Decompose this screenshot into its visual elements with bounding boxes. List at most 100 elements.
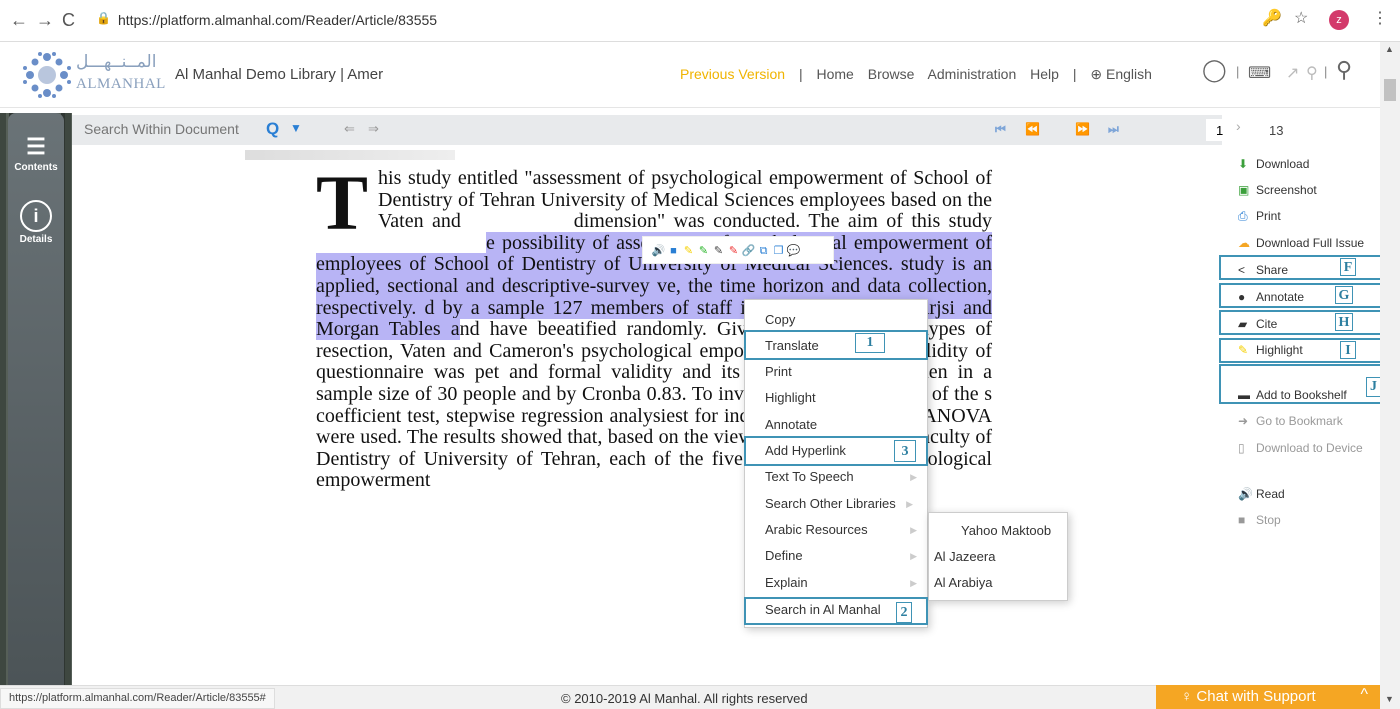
menu-item-copy[interactable]: Copy xyxy=(765,312,795,327)
menu-item-explain[interactable]: Explain xyxy=(765,575,808,590)
last-page-icon[interactable]: ⏭ xyxy=(1108,122,1119,137)
highlight-black-icon[interactable]: ✎ xyxy=(711,237,726,265)
menu-item-add-hyperlink[interactable]: Add Hyperlink xyxy=(765,443,846,458)
highlight-green-icon[interactable]: ✎ xyxy=(696,237,711,265)
nav-browse[interactable]: Browse xyxy=(868,66,915,82)
account-icon[interactable]: ◯ xyxy=(1202,57,1227,83)
info-icon: i xyxy=(20,200,52,232)
submenu-item-al-jazeera[interactable]: Al Jazeera xyxy=(934,549,995,564)
chevron-up-icon[interactable]: ^ xyxy=(1360,686,1368,704)
scroll-up-icon[interactable]: ▲ xyxy=(1385,44,1394,54)
reload-icon[interactable]: C xyxy=(62,9,75,31)
download-button[interactable]: ⬇ Download xyxy=(1238,157,1309,171)
image-icon: ▣ xyxy=(1238,183,1250,197)
chevron-down-icon[interactable]: ▼ xyxy=(290,121,302,135)
forward-icon[interactable]: → xyxy=(36,9,54,31)
translate-icon[interactable]: ⧉ xyxy=(756,237,771,265)
share-icon: < xyxy=(1238,263,1246,277)
comment-icon[interactable]: 💬 xyxy=(786,237,801,265)
chevron-right-icon: ▶ xyxy=(910,578,917,588)
site-header: المــنــهـــل ALMANHAL Al Manhal Demo Li… xyxy=(0,42,1380,108)
arrow-right-icon: ➜ xyxy=(1238,414,1249,428)
sidebar-item-details[interactable]: i Details xyxy=(8,200,64,245)
highlight-button[interactable]: ✎ Highlight xyxy=(1238,343,1303,357)
speaker-icon: 🔊 xyxy=(1238,487,1253,501)
action-label: Screenshot xyxy=(1256,183,1317,197)
search-icon[interactable]: Q xyxy=(266,119,279,139)
go-to-bookmark-button[interactable]: ➜ Go to Bookmark xyxy=(1238,414,1343,428)
submenu-item-yahoo-maktoob[interactable]: Yahoo Maktoob xyxy=(961,523,1051,538)
document-toolbar: Q ▼ ⇐ ⇒ ⏮ ⏪ ⏩ ⏭ 13 xyxy=(72,115,1283,145)
page-number-input[interactable] xyxy=(1206,119,1254,141)
annotate-button[interactable]: ● Annotate xyxy=(1238,290,1304,304)
previous-page-icon[interactable]: ⏪ xyxy=(1025,122,1040,136)
nav-administration[interactable]: Administration xyxy=(928,66,1017,82)
previous-result-icon[interactable]: ⇐ xyxy=(344,121,355,137)
stop-button[interactable]: ■ Stop xyxy=(1238,513,1281,527)
cloud-download-icon: ☁ xyxy=(1238,236,1250,250)
page-total: 13 xyxy=(1269,123,1284,138)
nav-previous-version[interactable]: Previous Version xyxy=(680,66,785,82)
zoom-search-icon[interactable]: ⚲ xyxy=(1306,63,1318,83)
chevron-right-icon: ▶ xyxy=(910,472,917,482)
highlight-red-icon[interactable]: ✎ xyxy=(726,237,741,265)
menu-item-highlight[interactable]: Highlight xyxy=(765,390,816,405)
key-icon[interactable]: 🔑 xyxy=(1262,8,1282,28)
sidebar-item-label: Contents xyxy=(14,162,58,173)
nav-language-english[interactable]: ⊕ English xyxy=(1090,66,1152,82)
share-button[interactable]: < Share xyxy=(1238,263,1288,277)
menu-item-text-to-speech[interactable]: Text To Speech xyxy=(765,469,854,484)
chat-label: ♀ Chat with Support xyxy=(1181,688,1316,705)
search-within-document-input[interactable] xyxy=(84,121,254,137)
cite-button[interactable]: ▰ Cite xyxy=(1238,317,1277,331)
profile-avatar[interactable]: z xyxy=(1329,10,1349,30)
almanhal-logo-icon[interactable] xyxy=(22,51,72,99)
action-label: Download xyxy=(1256,157,1310,171)
header-nav: Previous Version | Home Browse Administr… xyxy=(680,66,1162,83)
screenshot-button[interactable]: ▣ Screenshot xyxy=(1238,183,1317,197)
download-full-issue-button[interactable]: ☁ Download Full Issue xyxy=(1238,236,1364,250)
print-button[interactable]: ⎙ Print xyxy=(1238,209,1281,224)
next-page-icon[interactable]: ⏩ xyxy=(1075,122,1090,136)
share-arrow-icon[interactable]: ↗ xyxy=(1286,63,1299,83)
menu-item-annotate[interactable]: Annotate xyxy=(765,417,817,432)
action-label: Go to Bookmark xyxy=(1256,414,1343,428)
copy-icon[interactable]: ❐ xyxy=(771,237,786,265)
browser-menu-icon[interactable]: ⋮ xyxy=(1372,8,1388,28)
search-icon[interactable]: ⚲ xyxy=(1336,57,1352,83)
speaker-icon[interactable]: 🔊 xyxy=(651,237,666,265)
menu-item-search-other-libraries[interactable]: Search Other Libraries xyxy=(765,496,896,511)
link-icon[interactable]: 🔗 xyxy=(741,237,756,265)
menu-item-arabic-resources[interactable]: Arabic Resources xyxy=(765,522,868,537)
scroll-down-icon[interactable]: ▼ xyxy=(1385,694,1394,704)
star-icon[interactable]: ☆ xyxy=(1294,8,1308,28)
chevron-right-icon[interactable]: › xyxy=(1236,118,1241,134)
keyboard-icon[interactable]: ⌨ xyxy=(1248,63,1271,83)
doc-text-run: nd have bee xyxy=(459,318,566,341)
stop-icon[interactable]: ■ xyxy=(666,237,681,265)
comment-icon: ● xyxy=(1238,290,1246,304)
read-button[interactable]: 🔊 Read xyxy=(1238,487,1285,501)
page-scrollbar[interactable]: ▲ ▼ xyxy=(1380,42,1400,709)
add-to-bookshelf-button[interactable]: ▬ Add to Bookshelf xyxy=(1238,388,1347,402)
highlight-yellow-icon[interactable]: ✎ xyxy=(681,237,696,265)
nav-separator: | xyxy=(1324,64,1328,79)
submenu-item-al-arabiya[interactable]: Al Arabiya xyxy=(934,575,993,590)
menu-item-translate[interactable]: Translate xyxy=(765,338,819,353)
download-to-device-button[interactable]: ▯ Download to Device xyxy=(1238,441,1363,455)
action-label: Print xyxy=(1256,209,1281,223)
menu-item-print[interactable]: Print xyxy=(765,364,792,379)
chat-with-support-button[interactable]: ♀ Chat with Support ^ xyxy=(1156,685,1380,709)
nav-home[interactable]: Home xyxy=(816,66,853,82)
back-icon[interactable]: ← xyxy=(10,9,28,31)
menu-item-search-in-al-manhal[interactable]: Search in Al Manhal xyxy=(765,602,881,617)
doc-text-run: coefficient test, stepwise regression an… xyxy=(316,404,667,427)
address-bar[interactable]: 🔒 https://platform.almanhal.com/Reader/A… xyxy=(96,8,1386,34)
sidebar-item-contents[interactable]: ☰ Contents xyxy=(8,134,64,173)
scroll-thumb[interactable] xyxy=(1384,79,1396,101)
next-result-icon[interactable]: ⇒ xyxy=(368,121,379,137)
nav-help[interactable]: Help xyxy=(1030,66,1059,82)
menu-item-define[interactable]: Define xyxy=(765,548,803,563)
first-page-icon[interactable]: ⏮ xyxy=(995,122,1006,137)
url-text[interactable]: https://platform.almanhal.com/Reader/Art… xyxy=(118,12,437,28)
